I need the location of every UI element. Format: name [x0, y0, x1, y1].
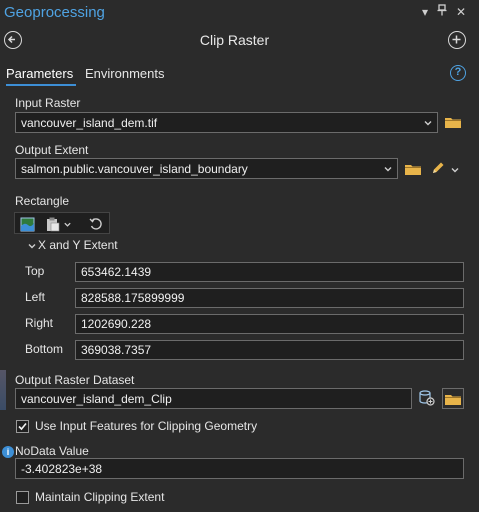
info-icon[interactable]: i [2, 446, 14, 458]
chevron-down-icon [384, 166, 392, 171]
nodata-input[interactable]: -3.402823e+38 [15, 458, 464, 479]
output-extent-dropdown[interactable]: salmon.public.vancouver_island_boundary [15, 158, 398, 179]
use-input-features-label: Use Input Features for Clipping Geometry [35, 419, 258, 433]
browse-folder-icon[interactable] [404, 162, 422, 179]
chevron-down-icon [424, 120, 432, 125]
pane-title: Geoprocessing [4, 4, 105, 21]
rectangle-label: Rectangle [15, 194, 70, 208]
active-tab-indicator [6, 84, 76, 86]
top-value: 653462.1439 [81, 265, 152, 279]
add-icon[interactable] [448, 31, 466, 49]
output-raster-input[interactable]: vancouver_island_dem_Clip [15, 388, 412, 409]
nodata-label: NoData Value [15, 444, 89, 458]
output-extent-value: salmon.public.vancouver_island_boundary [21, 161, 248, 176]
pin-icon[interactable] [435, 4, 449, 20]
input-raster-value: vancouver_island_dem.tif [21, 115, 158, 130]
input-raster-dropdown[interactable]: vancouver_island_dem.tif [15, 112, 438, 133]
bottom-value: 369038.7357 [81, 343, 152, 357]
left-value: 828588.175899999 [81, 291, 185, 305]
right-input[interactable]: 1202690.228 [75, 314, 464, 334]
reset-icon[interactable] [86, 214, 106, 234]
checkmark-icon [18, 422, 27, 431]
pane-options-icon[interactable]: ▾ [418, 4, 432, 20]
browse-folder-icon[interactable] [442, 388, 464, 409]
close-icon[interactable]: ✕ [454, 4, 468, 20]
browse-folder-icon[interactable] [444, 115, 462, 132]
chevron-down-icon[interactable] [27, 240, 37, 254]
right-label: Right [25, 316, 54, 330]
chevron-down-icon[interactable] [450, 164, 460, 178]
right-value: 1202690.228 [81, 317, 152, 331]
nodata-value: -3.402823e+38 [21, 461, 103, 476]
bottom-label: Bottom [25, 342, 64, 356]
top-input[interactable]: 653462.1439 [75, 262, 464, 282]
tool-title: Clip Raster [199, 32, 270, 48]
help-icon[interactable]: ? [450, 65, 466, 81]
input-raster-label: Input Raster [15, 96, 81, 110]
use-input-features-checkbox[interactable] [16, 420, 29, 433]
output-indicator-bar [0, 370, 6, 410]
database-icon[interactable] [418, 389, 436, 410]
top-label: Top [25, 264, 45, 278]
output-raster-label: Output Raster Dataset [15, 373, 135, 387]
output-extent-label: Output Extent [15, 143, 89, 157]
output-raster-value: vancouver_island_dem_Clip [21, 391, 172, 406]
left-label: Left [25, 290, 46, 304]
left-input[interactable]: 828588.175899999 [75, 288, 464, 308]
paste-dropdown-icon[interactable] [42, 214, 76, 234]
pencil-icon[interactable] [430, 160, 446, 179]
map-extent-icon[interactable] [18, 214, 36, 234]
bottom-input[interactable]: 369038.7357 [75, 340, 464, 360]
maintain-extent-label: Maintain Clipping Extent [35, 490, 165, 504]
extent-section-label: X and Y Extent [38, 238, 118, 252]
maintain-extent-checkbox[interactable] [16, 491, 29, 504]
tab-parameters[interactable]: Parameters [6, 66, 73, 81]
tab-environments[interactable]: Environments [85, 66, 164, 81]
